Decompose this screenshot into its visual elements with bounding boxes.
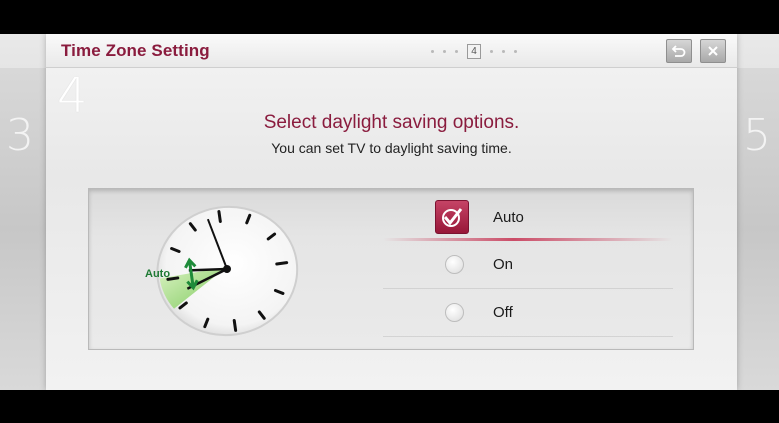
setup-panel: Time Zone Setting 4 4 Select daylight sa… — [46, 34, 737, 390]
page-title: Time Zone Setting — [61, 41, 210, 60]
back-arrow-icon — [671, 45, 686, 57]
prev-step-number: 3 — [6, 110, 34, 161]
step-dot — [455, 49, 458, 53]
option-auto-label: Auto — [493, 208, 524, 226]
checkmark-icon — [442, 208, 463, 227]
off-radio[interactable] — [445, 303, 464, 322]
step-dot — [443, 49, 446, 53]
tv-screen: 3 5 Time Zone Setting 4 4 Select dayligh… — [0, 34, 779, 390]
instruction-subheading: You can set TV to daylight saving time. — [271, 140, 512, 156]
step-dot — [431, 49, 434, 53]
current-step-indicator: 4 — [467, 43, 481, 59]
instruction-heading: Select daylight saving options. — [263, 112, 520, 133]
clock-auto-label: Auto — [145, 268, 170, 280]
option-off[interactable]: Off — [383, 289, 673, 337]
on-radio[interactable] — [445, 255, 464, 274]
clock-icon: Auto — [145, 205, 299, 337]
step-dot — [502, 49, 505, 53]
next-step-panel: 5 — [737, 68, 779, 390]
prev-step-panel: 3 — [0, 68, 46, 390]
clock-illustration: Auto — [145, 199, 305, 343]
option-on[interactable]: On — [383, 241, 673, 289]
title-bar: Time Zone Setting 4 — [46, 34, 737, 68]
option-auto[interactable]: Auto — [383, 193, 673, 241]
daylight-saving-options: Auto On Off — [383, 193, 673, 337]
step-indicator: 4 — [431, 42, 517, 60]
auto-checkbox[interactable] — [435, 200, 469, 234]
close-button[interactable] — [700, 39, 726, 63]
next-step-number: 5 — [743, 110, 771, 161]
close-icon — [708, 46, 718, 56]
step-dot — [514, 49, 517, 53]
options-area: Auto Auto On Off — [88, 188, 694, 350]
option-off-label: Off — [493, 304, 513, 321]
back-button[interactable] — [666, 39, 692, 63]
option-on-label: On — [493, 256, 514, 273]
step-dot — [490, 49, 493, 53]
